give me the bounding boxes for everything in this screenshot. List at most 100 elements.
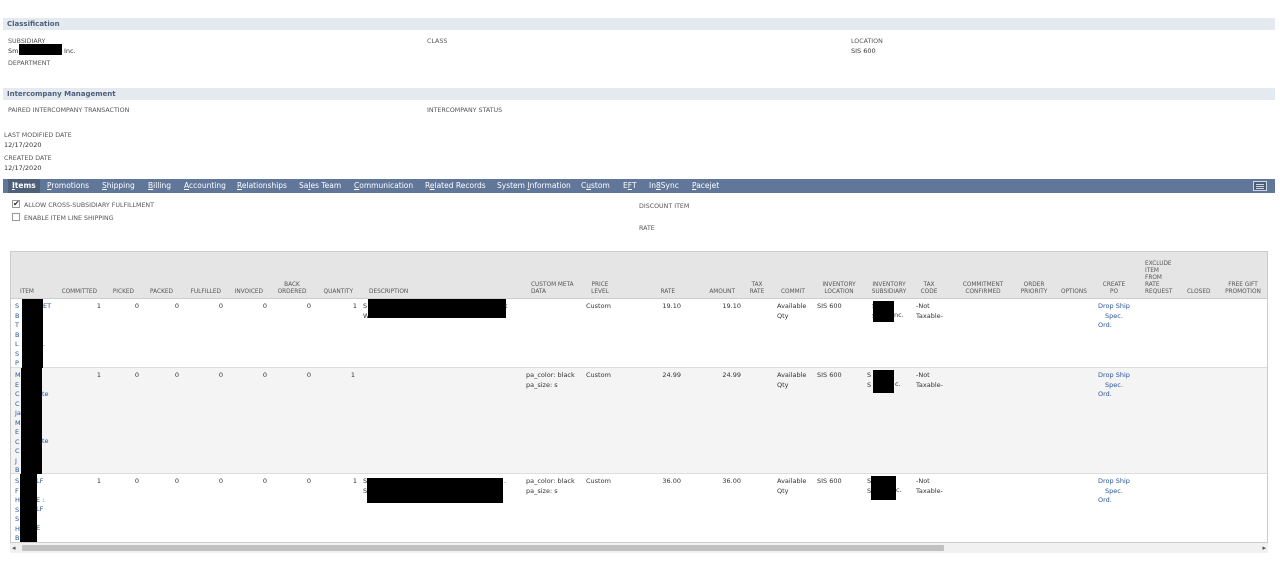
- col-inventory-subsidiary[interactable]: INVENTORY SUBSIDIARY: [867, 282, 911, 296]
- price-level-value: Custom: [586, 302, 611, 310]
- scroll-right-icon[interactable]: ▸: [1262, 544, 1266, 552]
- col-committed[interactable]: COMMITTED: [57, 289, 97, 296]
- tab-eft[interactable]: EFT: [623, 179, 637, 193]
- col-options[interactable]: OPTIONS: [1061, 289, 1087, 296]
- inventory-subsidiary-suffix: c.: [895, 380, 901, 388]
- back-ordered-value: 0: [306, 302, 311, 310]
- enable-item-line-shipping-label: ENABLE ITEM LINE SHIPPING: [24, 215, 114, 222]
- col-picked[interactable]: PICKED: [106, 289, 134, 296]
- col-commit[interactable]: COMMIT: [781, 289, 805, 296]
- tab-shipping[interactable]: Shipping: [102, 179, 135, 193]
- rate-label: RATE: [639, 225, 655, 232]
- tab-in8sync[interactable]: In8Sync: [649, 179, 679, 193]
- redacted-block: [871, 476, 896, 500]
- items-table: ITEM COMMITTED PICKED PACKED FULFILLED I…: [10, 251, 1268, 543]
- inventory-location-value: SIS 600: [817, 371, 842, 379]
- fulfilled-value: 0: [218, 371, 223, 379]
- item-suffix[interactable]: te: [42, 390, 49, 400]
- col-create-po[interactable]: CREATE PO: [1099, 282, 1129, 296]
- item-suffix: .: [43, 340, 46, 348]
- col-packed[interactable]: PACKED: [141, 289, 173, 296]
- inventory-subsidiary-value: SS: [867, 371, 872, 389]
- tab-items[interactable]: Items: [8, 179, 40, 193]
- scrollbar-thumb[interactable]: [22, 545, 944, 551]
- commit-value: Available Qty: [777, 302, 807, 320]
- committed-value: 1: [96, 371, 101, 379]
- redacted-block: [20, 474, 37, 542]
- col-commitment-confirmed[interactable]: COMMITMENT CONFIRMED: [959, 282, 1007, 296]
- tab-billing[interactable]: Billing: [148, 179, 171, 193]
- col-invoiced[interactable]: INVOICED: [229, 289, 263, 296]
- quantity-value: 1: [352, 477, 357, 485]
- tab-system-information[interactable]: System Information: [497, 179, 571, 193]
- created-date-label: CREATED DATE: [4, 155, 52, 162]
- tab-pacejet[interactable]: Pacejet: [692, 179, 719, 193]
- redacted-block: [22, 299, 43, 368]
- table-row[interactable]: SBTBLSP ET . 1 0 0 0 0 0 1 SW t Custom 1…: [11, 299, 1267, 369]
- amount-value: 24.99: [722, 371, 741, 379]
- col-exclude-item-from-rate-request[interactable]: EXCLUDE ITEM FROM RATE REQUEST: [1145, 261, 1173, 296]
- item-suffix[interactable]: ET: [43, 302, 51, 312]
- col-back-ordered[interactable]: BACK ORDERED: [276, 282, 308, 296]
- discount-item-label: DISCOUNT ITEM: [639, 203, 690, 210]
- tab-custom[interactable]: Custom: [581, 179, 610, 193]
- col-rate[interactable]: RATE: [651, 289, 675, 296]
- rate-value: 19.10: [662, 302, 681, 310]
- horizontal-scrollbar[interactable]: ◂ ▸: [10, 543, 1268, 553]
- commit-value: Available Qty: [777, 371, 807, 389]
- packed-value: 0: [174, 302, 179, 310]
- inventory-location-value: SIS 600: [817, 302, 842, 310]
- create-po-link[interactable]: Drop Ship Spec. Ord.: [1098, 477, 1130, 506]
- amount-value: 19.10: [722, 302, 741, 310]
- print-icon[interactable]: [1253, 181, 1267, 191]
- table-row[interactable]: M E C C Ja M E C C J B te te 1 0 0 0 0 0 1 pa_colo…: [11, 368, 1267, 474]
- col-free-gift-promotion[interactable]: FREE GIFT PROMOTION: [1223, 282, 1263, 296]
- item-suffix[interactable]: LF: [36, 477, 43, 487]
- col-order-priority[interactable]: ORDER PRIORITY: [1019, 282, 1049, 296]
- redacted-block: [873, 370, 894, 393]
- item-suffix[interactable]: LF: [36, 505, 43, 515]
- invoiced-value: 0: [262, 371, 267, 379]
- col-inventory-location[interactable]: INVENTORY LOCATION: [819, 282, 859, 296]
- col-description[interactable]: DESCRIPTION: [369, 289, 408, 296]
- col-tax-code[interactable]: TAX CODE: [919, 282, 939, 296]
- col-item[interactable]: ITEM: [20, 289, 34, 296]
- redacted-block: [19, 44, 62, 55]
- col-custom-meta-data[interactable]: CUSTOM META DATA: [531, 282, 575, 296]
- redacted-block: [21, 368, 42, 474]
- col-quantity[interactable]: QUANTITY: [317, 289, 353, 296]
- scroll-left-icon[interactable]: ◂: [12, 544, 16, 552]
- tax-code-value: -Not Taxable-: [916, 371, 943, 389]
- commit-value: Available Qty: [777, 477, 807, 495]
- item-link[interactable]: SBTBLSP: [15, 302, 19, 369]
- col-price-level[interactable]: PRICE LEVEL: [587, 282, 613, 296]
- tab-related-records[interactable]: Related Records: [425, 179, 486, 193]
- redacted-block: [873, 301, 894, 322]
- enable-item-line-shipping-checkbox[interactable]: [12, 213, 20, 221]
- col-closed[interactable]: CLOSED: [1187, 289, 1210, 296]
- location-label: LOCATION: [851, 38, 883, 45]
- create-po-link[interactable]: Drop Ship Spec. Ord.: [1098, 371, 1130, 400]
- last-modified-value: 12/17/2020: [4, 141, 42, 149]
- price-level-value: Custom: [586, 477, 611, 485]
- item-suffix[interactable]: te: [42, 437, 49, 447]
- rate-value: 36.00: [662, 477, 681, 485]
- tab-communication[interactable]: Communication: [354, 179, 413, 193]
- description-end: t: [505, 302, 508, 310]
- subtab-bar: Items Promotions Shipping Billing Accoun…: [3, 179, 1275, 193]
- tab-promotions[interactable]: Promotions: [47, 179, 89, 193]
- tab-accounting[interactable]: Accounting: [184, 179, 226, 193]
- col-tax-rate[interactable]: TAX RATE: [747, 282, 767, 296]
- fulfilled-value: 0: [218, 302, 223, 310]
- tab-relationships[interactable]: Relationships: [237, 179, 287, 193]
- intercompany-section-header: Intercompany Management: [3, 88, 1275, 100]
- back-ordered-value: 0: [306, 477, 311, 485]
- col-amount[interactable]: AMOUNT: [701, 289, 735, 296]
- tab-sales-team[interactable]: Sales Team: [299, 179, 341, 193]
- allow-cross-subsidiary-checkbox[interactable]: ✔: [12, 199, 20, 208]
- class-label: CLASS: [427, 38, 448, 45]
- last-modified-label: LAST MODIFIED DATE: [4, 132, 72, 139]
- col-fulfilled[interactable]: FULFILLED: [183, 289, 221, 296]
- table-row[interactable]: SFHSSHB LF E : LF E 1 0 0 0 0 0 1 SS . p…: [11, 474, 1267, 542]
- create-po-link[interactable]: Drop Ship Spec. Ord.: [1098, 302, 1130, 331]
